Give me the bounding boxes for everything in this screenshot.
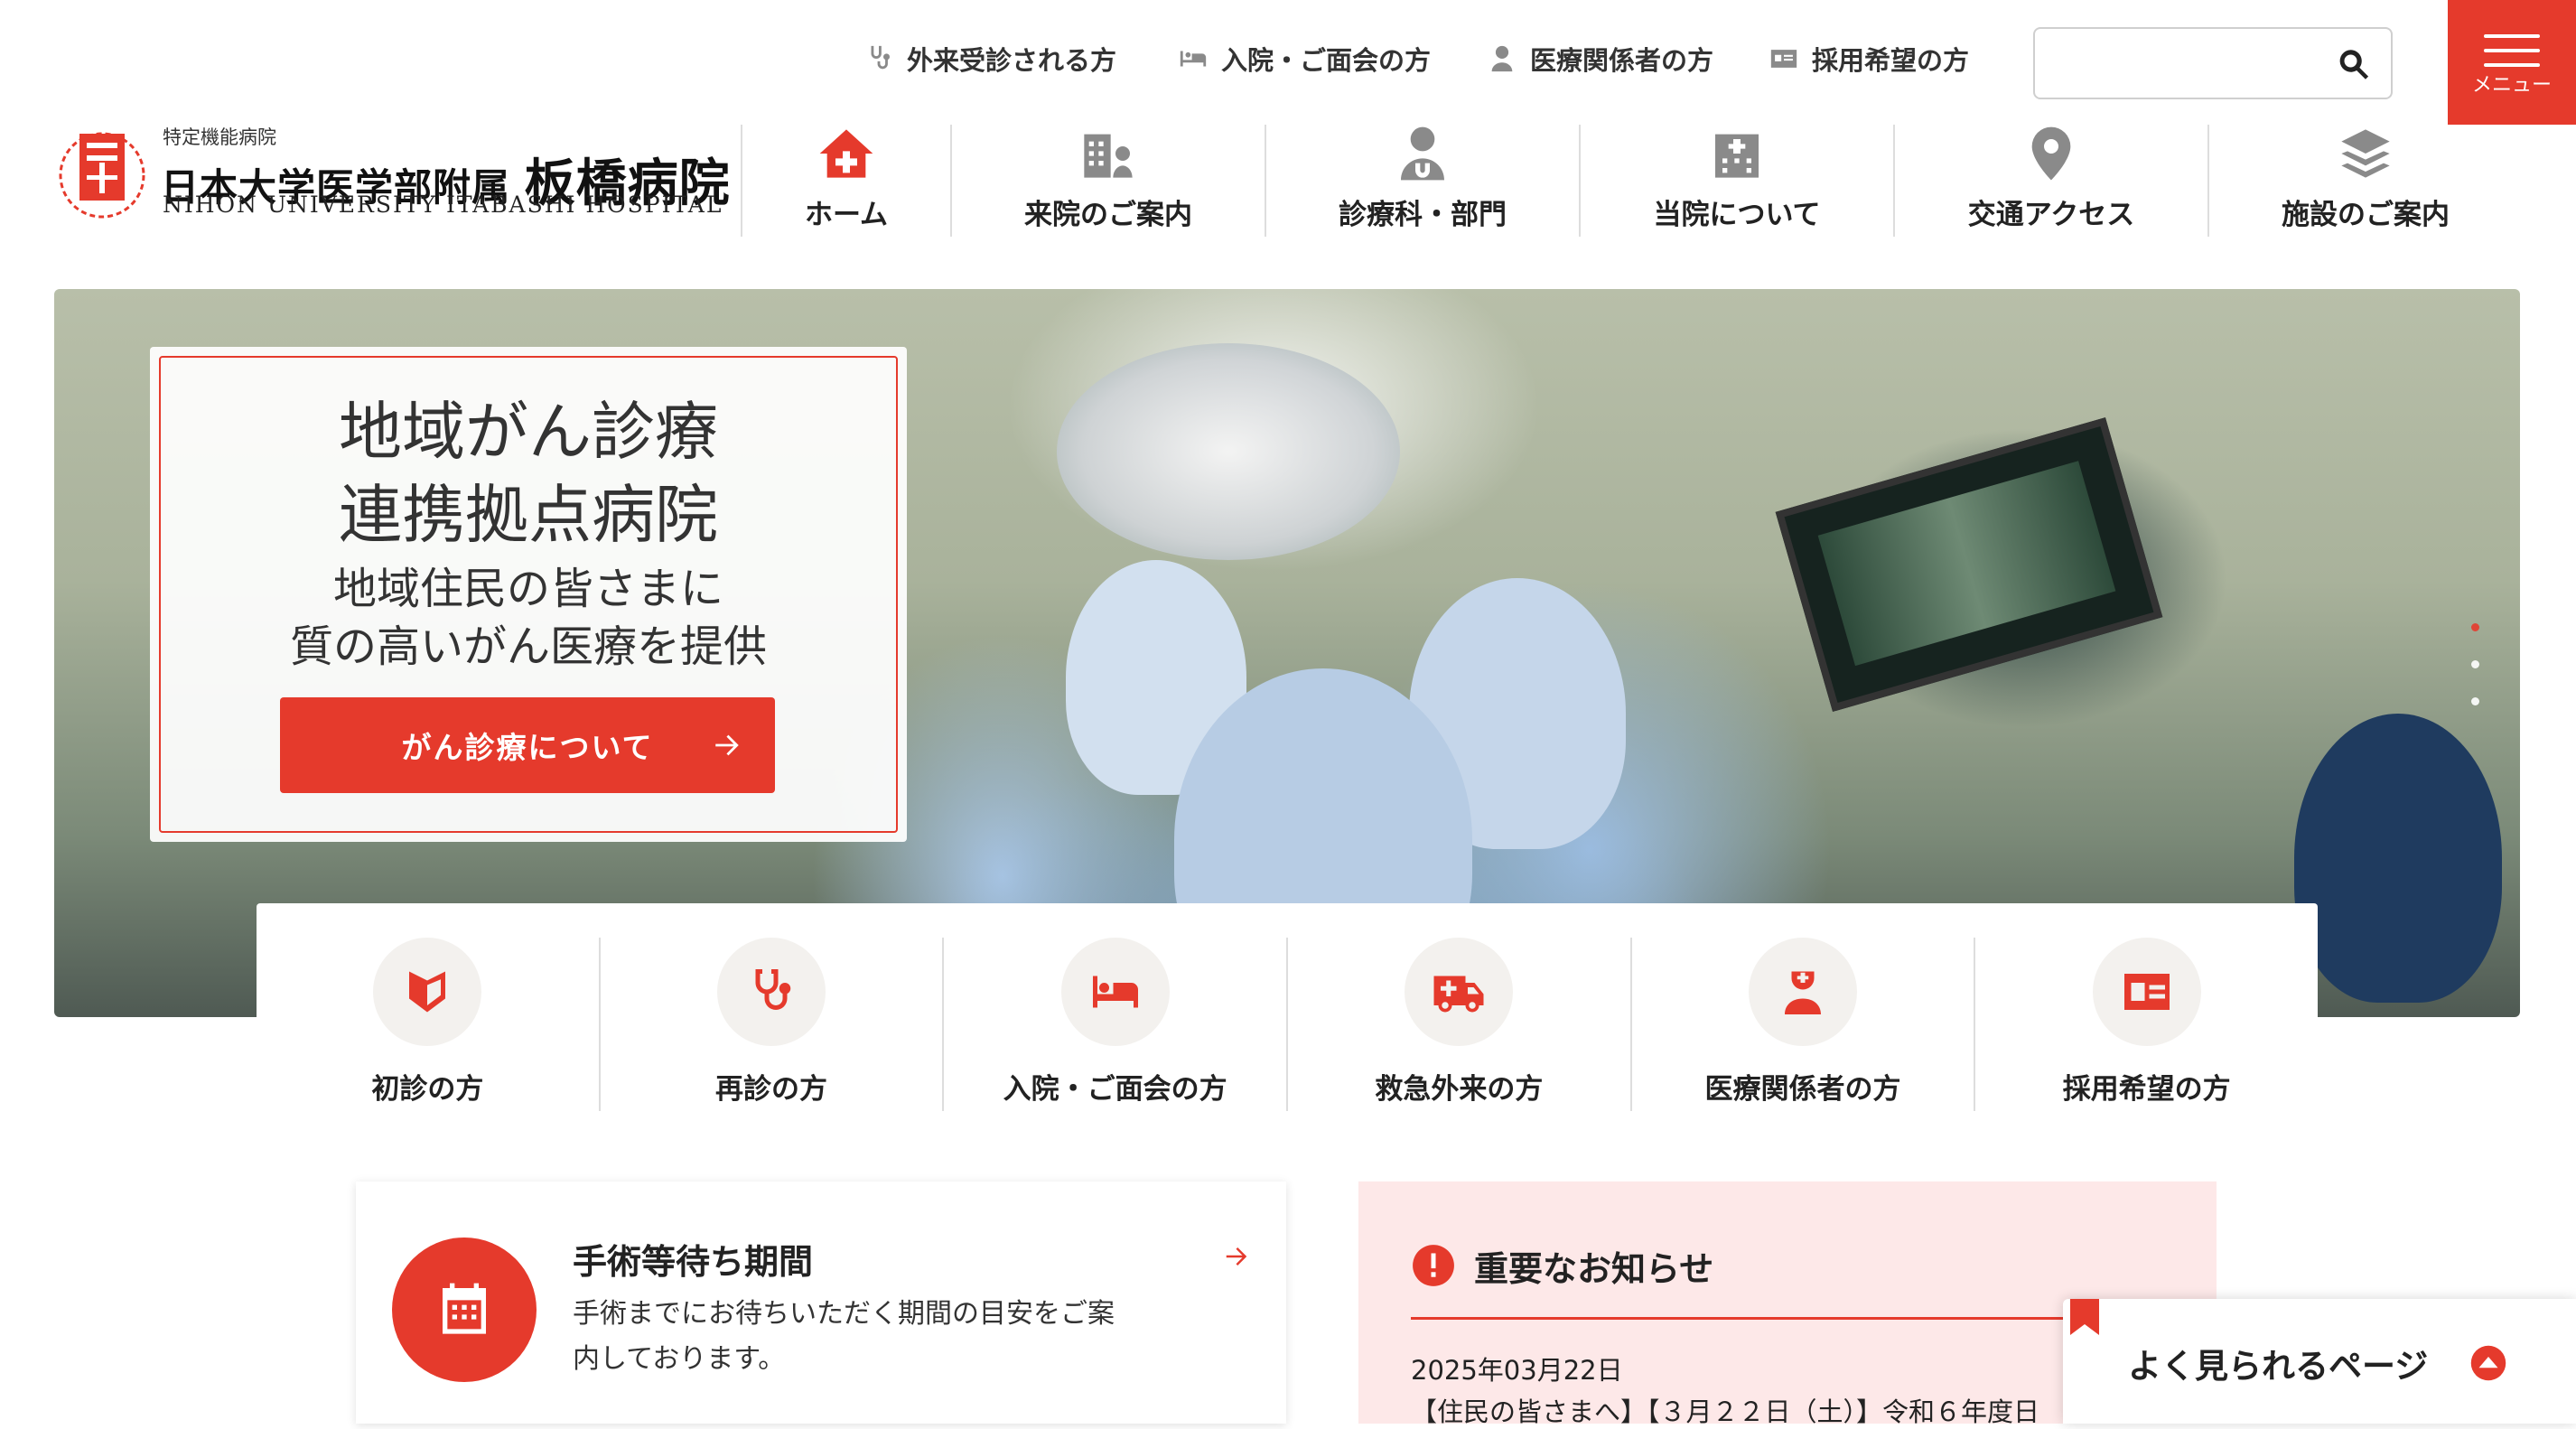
nav-label: ホーム <box>804 199 889 231</box>
slider-dots[interactable] <box>2471 623 2480 734</box>
waiting-title: 手術等待ち期間 <box>573 1242 814 1282</box>
popular-pages-tab[interactable]: よく見られるページ <box>2063 1299 2576 1424</box>
hospital-name-english: NIHON UNIVERSITY ITABASHI HOSPITAL <box>163 191 723 218</box>
notice-title: 重要なお知らせ <box>1474 1249 1714 1289</box>
nav-label: 診療科・部門 <box>1339 199 1507 231</box>
surgery-waiting-card[interactable]: 手術等待ち期間 手術までにお待ちいただく期間の目安をご案内しております。 <box>356 1181 1286 1424</box>
hero-title-line: 地域がん診療 <box>339 395 718 469</box>
hero-card: 地域がん診療 連携拠点病院 地域住民の皆さまに 質の高いがん医療を提供 がん診療… <box>150 347 907 842</box>
nav-label: 来院のご案内 <box>1024 199 1192 231</box>
notice-date: 2025年03月22日 <box>1411 1355 1623 1386</box>
map-pin-icon <box>2031 126 2071 181</box>
home-icon <box>819 129 873 178</box>
quick-icon-circle <box>1060 938 1170 1046</box>
hero-photo-monitor <box>1775 417 2163 712</box>
quick-icon-circle <box>1749 938 1858 1046</box>
hero-title: 地域がん診療 連携拠点病院 <box>150 390 907 556</box>
quick-label: 医療関係者の方 <box>1704 1073 1901 1106</box>
doctor-icon <box>1785 971 1822 1014</box>
util-link-outpatient[interactable]: 外来受診される方 <box>863 40 1116 78</box>
bed-icon <box>1092 976 1138 1008</box>
hero-photo-lamp <box>1057 343 1400 560</box>
quick-first-visit[interactable]: 初診の方 <box>257 938 599 1111</box>
stethoscope-icon <box>871 45 891 70</box>
quick-icon-circle <box>2092 938 2201 1046</box>
popular-pages-label: よく見られるページ <box>2128 1347 2429 1386</box>
waiting-description: 手術までにお待ちいただく期間の目安をご案内しております。 <box>573 1298 1115 1375</box>
util-link-label: 採用希望の方 <box>1812 45 1970 76</box>
quick-links: 初診の方 再診の方 入院・ご面会の方 救急外来の方 医療関係者の方 採用希望の方 <box>257 903 2318 1111</box>
stethoscope-icon <box>755 969 791 1010</box>
quick-label: 再診の方 <box>715 1073 827 1106</box>
nav-about[interactable]: 当院について <box>1579 125 1893 237</box>
quick-label: 救急外来の方 <box>1375 1073 1544 1106</box>
hero-subtitle-line: 質の高いがん医療を提供 <box>289 621 767 672</box>
nav-home[interactable]: ホーム <box>741 125 950 237</box>
menu-label: メニュー <box>2471 74 2552 97</box>
hero-photo-staff <box>2294 714 2502 1003</box>
search-box <box>2033 27 2393 99</box>
hero-title-line: 連携拠点病院 <box>339 478 718 552</box>
cta-label: がん診療について <box>401 730 654 765</box>
quick-medical-staff[interactable]: 医療関係者の方 <box>1629 938 1974 1111</box>
chevron-up-icon <box>2470 1345 2506 1381</box>
quick-icon-circle <box>717 938 826 1046</box>
bookmark-icon <box>2070 1299 2099 1335</box>
util-link-inpatient[interactable]: 入院・ご面会の方 <box>1178 40 1431 78</box>
university-crest-icon[interactable] <box>52 123 152 222</box>
util-link-recruit[interactable]: 採用希望の方 <box>1769 40 1969 78</box>
search-icon[interactable] <box>2335 45 2373 83</box>
doctor-icon <box>1401 126 1444 181</box>
hospital-icon <box>1715 134 1759 178</box>
quick-icon-circle <box>1405 938 1514 1046</box>
arrow-right-icon <box>1226 1247 1247 1266</box>
quick-emergency[interactable]: 救急外来の方 <box>1286 938 1630 1111</box>
doctor-icon <box>1491 45 1513 72</box>
nav-visit[interactable]: 来院のご案内 <box>950 125 1265 237</box>
menu-button[interactable]: メニュー <box>2448 0 2576 125</box>
util-link-label: 入院・ご面会の方 <box>1221 45 1432 76</box>
nav-label: 交通アクセス <box>1967 199 2135 231</box>
calendar-icon-circle <box>392 1238 537 1382</box>
arrow-right-icon <box>715 734 739 756</box>
quick-icon-circle <box>373 938 482 1046</box>
quick-label: 採用希望の方 <box>2062 1073 2231 1106</box>
beginner-mark-icon <box>409 971 446 1013</box>
nav-label: 当院について <box>1653 199 1821 231</box>
search-input[interactable] <box>2049 38 2320 89</box>
util-link-label: 外来受診される方 <box>907 45 1117 76</box>
nav-label: 施設のご案内 <box>2282 199 2450 231</box>
hero-subtitle: 地域住民の皆さまに 質の高いがん医療を提供 <box>150 560 907 676</box>
id-card-icon <box>2123 974 2170 1010</box>
notice-divider <box>1411 1317 2164 1320</box>
hospital-visit-icon <box>1084 134 1133 178</box>
ambulance-icon <box>1433 976 1484 1013</box>
id-card-icon <box>1770 50 1797 68</box>
cancer-care-button[interactable]: がん診療について <box>280 697 775 793</box>
alert-icon <box>1413 1245 1454 1286</box>
bed-icon <box>1180 51 1207 67</box>
quick-recruit[interactable]: 採用希望の方 <box>1974 938 2318 1111</box>
nav-departments[interactable]: 診療科・部門 <box>1265 125 1579 237</box>
hero-subtitle-line: 地域住民の皆さまに <box>332 564 723 614</box>
quick-label: 入院・ご面会の方 <box>1003 1073 1227 1106</box>
calendar-icon <box>443 1283 486 1334</box>
main-nav: ホーム 来院のご案内 診療科・部門 当院について 交通アクセス 施設のご案内 <box>741 125 2522 237</box>
quick-revisit[interactable]: 再診の方 <box>598 938 943 1111</box>
util-link-medical[interactable]: 医療関係者の方 <box>1487 40 1713 78</box>
nav-access[interactable]: 交通アクセス <box>1893 125 2207 237</box>
quick-inpatient[interactable]: 入院・ご面会の方 <box>942 938 1286 1111</box>
quick-label: 初診の方 <box>371 1073 484 1106</box>
nav-facilities[interactable]: 施設のご案内 <box>2207 125 2522 237</box>
util-link-label: 医療関係者の方 <box>1530 45 1714 76</box>
layers-icon <box>2341 129 2390 178</box>
